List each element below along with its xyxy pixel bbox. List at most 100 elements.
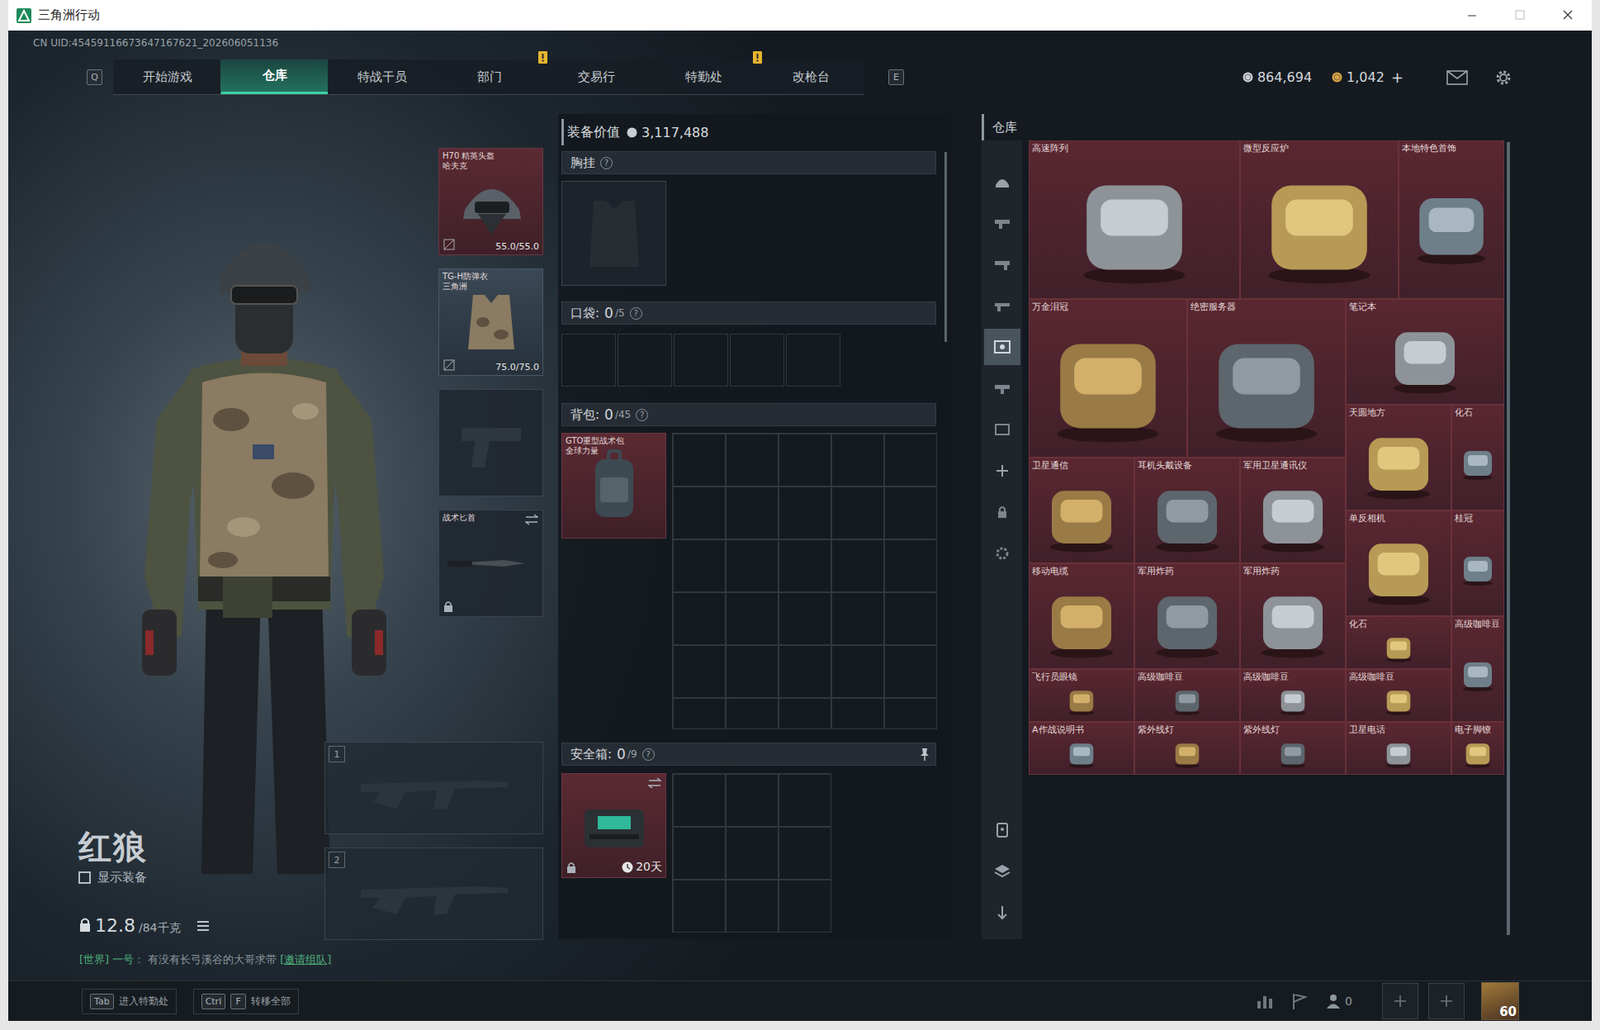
backpack-cell[interactable] bbox=[884, 591, 938, 645]
backpack-cell[interactable] bbox=[884, 486, 938, 540]
invite-link[interactable]: [邀请组队] bbox=[279, 951, 332, 967]
flag-icon[interactable] bbox=[1290, 991, 1309, 1010]
sidebar-tab[interactable] bbox=[984, 411, 1021, 448]
backpack-cell[interactable] bbox=[884, 697, 938, 729]
backpack-cell[interactable] bbox=[778, 539, 832, 592]
pocket-cell[interactable] bbox=[673, 333, 729, 387]
stats-icon[interactable] bbox=[1255, 992, 1274, 1009]
backpack-cell[interactable] bbox=[831, 539, 885, 592]
player-avatar[interactable]: 60 bbox=[1481, 981, 1520, 1020]
backpack-cell[interactable] bbox=[725, 539, 779, 592]
backpack-cell[interactable] bbox=[778, 644, 832, 698]
backpack-cell[interactable] bbox=[725, 697, 779, 729]
swap-icon[interactable] bbox=[525, 513, 539, 526]
add-currency-button[interactable]: + bbox=[1391, 68, 1404, 86]
backpack-cell[interactable] bbox=[672, 697, 726, 729]
warehouse-item[interactable]: 电子脚镣 bbox=[1451, 721, 1505, 775]
hotkey-hint[interactable]: Tab进入特勤处 bbox=[81, 988, 177, 1014]
invite-slot[interactable] bbox=[1428, 982, 1465, 1019]
backpack-cell[interactable] bbox=[778, 486, 832, 540]
warehouse-item[interactable]: 军用卫星通讯仪 bbox=[1240, 457, 1346, 564]
backpack-cell[interactable] bbox=[672, 644, 726, 698]
backpack-cell[interactable] bbox=[672, 539, 726, 592]
warehouse-item[interactable]: 紫外线灯 bbox=[1134, 721, 1241, 775]
maximize-icon[interactable] bbox=[1495, 0, 1544, 31]
nav-tab[interactable]: 特战干员 bbox=[327, 59, 436, 95]
warehouse-item[interactable]: 飞行员眼镜 bbox=[1028, 668, 1135, 722]
nav-tab[interactable]: 仓库 bbox=[220, 59, 328, 95]
sidebar-tab[interactable] bbox=[984, 163, 1021, 200]
sidebar-tab[interactable] bbox=[984, 369, 1021, 407]
pistol-slot[interactable] bbox=[438, 388, 544, 497]
minimize-icon[interactable] bbox=[1448, 0, 1496, 31]
warehouse-item[interactable]: 高级咖啡豆 bbox=[1451, 615, 1505, 722]
safe-cell[interactable] bbox=[725, 826, 779, 880]
warehouse-item[interactable]: 耳机头戴设备 bbox=[1134, 457, 1241, 564]
list-icon[interactable] bbox=[195, 919, 211, 932]
nav-tab[interactable]: 改枪台 bbox=[757, 59, 865, 95]
warehouse-item[interactable]: 紫外线灯 bbox=[1240, 721, 1346, 775]
warehouse-item[interactable]: 微型反应炉 bbox=[1240, 140, 1399, 299]
prev-tab-key[interactable]: Q bbox=[86, 69, 103, 86]
warehouse-item[interactable]: 军用炸药 bbox=[1134, 563, 1241, 669]
warehouse-item[interactable]: 单反相机 bbox=[1345, 510, 1452, 616]
backpack-cell[interactable] bbox=[778, 433, 832, 487]
helmet-slot[interactable]: H70 精英头盔哈夫克55.0/55.0 bbox=[438, 147, 544, 256]
show-gear-toggle[interactable]: 显示装备 bbox=[78, 866, 211, 887]
checkbox[interactable] bbox=[78, 871, 91, 884]
swap-icon[interactable] bbox=[648, 776, 662, 789]
warehouse-item[interactable]: 本地特色首饰 bbox=[1398, 140, 1505, 299]
weapon-slot[interactable]: 1 bbox=[324, 741, 544, 834]
backpack-cell[interactable] bbox=[831, 697, 885, 729]
safe-cell[interactable] bbox=[725, 879, 779, 933]
warehouse-item[interactable]: 天圆地方 bbox=[1345, 404, 1452, 511]
backpack-cell[interactable] bbox=[831, 644, 885, 698]
warehouse-item[interactable]: 高级咖啡豆 bbox=[1240, 668, 1346, 722]
pocket-cell[interactable] bbox=[617, 333, 673, 387]
help-button[interactable]: ? bbox=[635, 408, 649, 422]
sidebar-tab[interactable] bbox=[984, 852, 1021, 890]
safe-cell[interactable] bbox=[778, 773, 832, 827]
safe-cell[interactable] bbox=[672, 879, 726, 933]
backpack-cell[interactable] bbox=[725, 644, 779, 698]
safe-cell[interactable] bbox=[672, 773, 726, 827]
pin-icon[interactable] bbox=[918, 747, 931, 761]
pocket-cell[interactable] bbox=[785, 333, 841, 387]
backpack-cell[interactable] bbox=[672, 433, 726, 487]
mail-icon[interactable] bbox=[1446, 69, 1468, 86]
sidebar-tab[interactable] bbox=[984, 246, 1021, 283]
sidebar-tab[interactable] bbox=[984, 811, 1021, 848]
backpack-cell[interactable] bbox=[672, 486, 726, 540]
chest-rig-slot[interactable] bbox=[561, 180, 667, 286]
warehouse-item[interactable]: 高级咖啡豆 bbox=[1345, 668, 1452, 722]
warehouse-item[interactable]: 卫星通信 bbox=[1028, 457, 1135, 564]
backpack-cell[interactable] bbox=[884, 539, 938, 592]
sidebar-tab[interactable] bbox=[984, 534, 1021, 572]
warehouse-item[interactable]: 移动电缆 bbox=[1028, 563, 1135, 669]
melee-slot[interactable]: 战术匕首 bbox=[438, 509, 544, 617]
warehouse-item[interactable]: 化石 bbox=[1451, 404, 1505, 511]
sidebar-tab[interactable] bbox=[984, 328, 1021, 365]
warehouse-item[interactable]: 万金泪冠 bbox=[1028, 298, 1188, 458]
invite-slot[interactable] bbox=[1382, 982, 1419, 1019]
warehouse-item[interactable]: 高速阵列 bbox=[1028, 140, 1241, 299]
warehouse-item[interactable]: 绝密服务器 bbox=[1187, 298, 1346, 458]
backpack-cell[interactable] bbox=[725, 486, 779, 540]
backpack-cell[interactable] bbox=[831, 486, 885, 540]
gear-icon[interactable] bbox=[1494, 68, 1513, 87]
safe-cell[interactable] bbox=[672, 826, 726, 880]
sidebar-tab[interactable] bbox=[984, 204, 1021, 242]
nav-tab[interactable]: 部门 bbox=[435, 59, 543, 95]
backpack-cell[interactable] bbox=[672, 591, 726, 645]
sidebar-tab[interactable] bbox=[984, 287, 1021, 324]
warehouse-item[interactable]: 桂冠 bbox=[1451, 510, 1505, 616]
nav-tab[interactable]: 特勤处 bbox=[649, 59, 758, 95]
safe-cell[interactable] bbox=[778, 879, 832, 933]
warehouse-item[interactable]: 高级咖啡豆 bbox=[1134, 668, 1241, 722]
next-tab-key[interactable]: E bbox=[888, 69, 905, 86]
close-icon[interactable] bbox=[1543, 0, 1592, 31]
backpack-cell[interactable] bbox=[778, 591, 832, 645]
backpack-slot[interactable]: GTO重型战术包全球力量 bbox=[561, 432, 667, 539]
backpack-cell[interactable] bbox=[831, 433, 885, 487]
warehouse-item[interactable]: 军用炸药 bbox=[1240, 563, 1346, 669]
